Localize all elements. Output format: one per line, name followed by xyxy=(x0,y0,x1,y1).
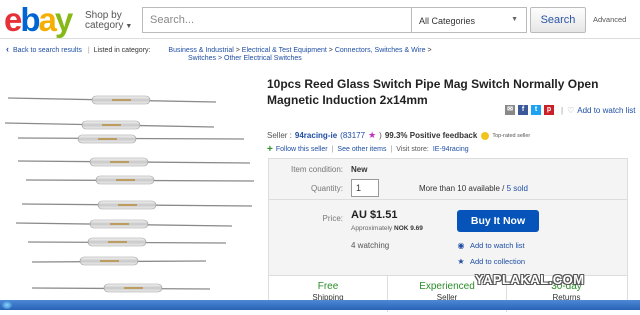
logo-letter-a: a xyxy=(38,1,57,38)
facebook-icon[interactable]: f xyxy=(518,105,528,115)
see-other-items-link[interactable]: See other items xyxy=(337,146,386,153)
breadcrumb-item[interactable]: Switches xyxy=(188,55,216,62)
category-label: category xyxy=(85,20,124,31)
start-button[interactable] xyxy=(2,301,12,309)
condition-label: Item condition: xyxy=(290,165,343,174)
price-label: Price: xyxy=(322,214,343,223)
logo-letter-b: b xyxy=(20,1,40,38)
seller-score-close: ) xyxy=(379,131,382,140)
availability-text: More than 10 available / xyxy=(419,184,505,193)
pinterest-icon[interactable]: p xyxy=(544,105,554,115)
taskbar xyxy=(0,300,640,310)
top-rated-label: Top-rated seller xyxy=(492,132,531,139)
approx-value: NOK 9.69 xyxy=(394,225,423,232)
add-to-watch-list-action[interactable]: ◉ Add to watch list xyxy=(457,241,525,250)
listed-in-label: Listed in category: xyxy=(93,47,151,54)
advanced-search-link[interactable]: Advanced xyxy=(593,15,626,24)
watching-count: 4 watching xyxy=(351,241,390,250)
star-icon: ★ xyxy=(457,257,465,266)
watermark: YAPLAKAL.COM xyxy=(475,272,585,287)
eye-icon: ◉ xyxy=(457,241,465,250)
heart-icon[interactable]: ♡ xyxy=(567,106,574,115)
approx-label: Approximately xyxy=(351,225,393,232)
condition-value: New xyxy=(351,165,368,174)
share-bar: ✉ f t p | ♡ Add to watch list xyxy=(505,105,636,115)
badge-title: Free xyxy=(317,281,339,292)
search-input[interactable]: Search... xyxy=(142,7,412,33)
chevron-down-icon: ▼ xyxy=(125,23,133,30)
plus-icon: + xyxy=(267,144,273,155)
breadcrumb-item[interactable]: Other Electrical Switches xyxy=(224,55,302,62)
breadcrumb-item[interactable]: Electrical & Test Equipment xyxy=(242,47,327,54)
logo-letter-e: e xyxy=(4,1,22,38)
seller-score-link[interactable]: (83177 xyxy=(340,131,365,140)
logo-letter-y: y xyxy=(54,1,73,38)
product-image[interactable] xyxy=(0,76,262,310)
twitter-icon[interactable]: t xyxy=(531,105,541,115)
reed-switches-image xyxy=(4,95,255,293)
follow-bar: + Follow this seller | See other items |… xyxy=(267,144,469,155)
add-to-collection-action[interactable]: ★ Add to collection xyxy=(457,257,525,266)
back-to-results-link[interactable]: Back to search results xyxy=(13,47,82,54)
search-button[interactable]: Search xyxy=(530,7,586,33)
quantity-label: Quantity: xyxy=(310,184,343,193)
divider xyxy=(269,199,627,200)
add-watch-label: Add to watch list xyxy=(470,241,525,250)
approx-price: Approximately NOK 9.69 xyxy=(351,225,423,232)
seller-info: Seller : 94racing-ie (83177 ★) 99.3% Pos… xyxy=(267,130,530,141)
quantity-input[interactable]: 1 xyxy=(351,179,379,197)
price-value: AU $1.51 xyxy=(351,209,398,221)
email-icon[interactable]: ✉ xyxy=(505,105,515,115)
store-link[interactable]: IE-94racing xyxy=(433,146,469,153)
category-select-value: All Categories xyxy=(419,16,476,26)
availability: More than 10 available / 5 sold xyxy=(419,184,528,193)
chevron-left-icon: ‹ xyxy=(6,44,9,54)
purchase-panel: Item condition: New Quantity: 1 More tha… xyxy=(268,158,628,312)
breadcrumb-line-2: Switches > Other Electrical Switches xyxy=(188,55,302,62)
top-rated-icon xyxy=(481,131,490,140)
header-divider xyxy=(0,38,640,39)
add-to-watch-list-link[interactable]: Add to watch list xyxy=(577,106,635,115)
seller-label: Seller : xyxy=(267,131,292,140)
visit-store-label: Visit store: xyxy=(396,146,429,153)
listing-title: 10pcs Reed Glass Switch Pipe Mag Switch … xyxy=(267,77,599,107)
category-select[interactable]: All Categories ▼ xyxy=(411,7,527,33)
positive-feedback: 99.3% Positive feedback xyxy=(384,131,478,140)
chevron-down-icon: ▼ xyxy=(511,16,518,23)
sold-count-link[interactable]: 5 sold xyxy=(507,184,528,193)
shop-by-category-button[interactable]: Shop by category ▼ xyxy=(85,11,132,32)
header: ebay Shop by category ▼ Search... All Cat… xyxy=(0,0,640,40)
seller-name-link[interactable]: 94racing-ie xyxy=(295,131,337,140)
ebay-logo[interactable]: ebay xyxy=(4,1,73,38)
breadcrumb-item[interactable]: Connectors, Switches & Wire xyxy=(335,47,426,54)
buy-it-now-button[interactable]: Buy It Now xyxy=(457,210,539,232)
follow-seller-link[interactable]: Follow this seller xyxy=(276,146,328,153)
add-collection-label: Add to collection xyxy=(470,257,526,266)
breadcrumb-item[interactable]: Business & Industrial xyxy=(168,47,233,54)
star-icon: ★ xyxy=(368,130,377,140)
